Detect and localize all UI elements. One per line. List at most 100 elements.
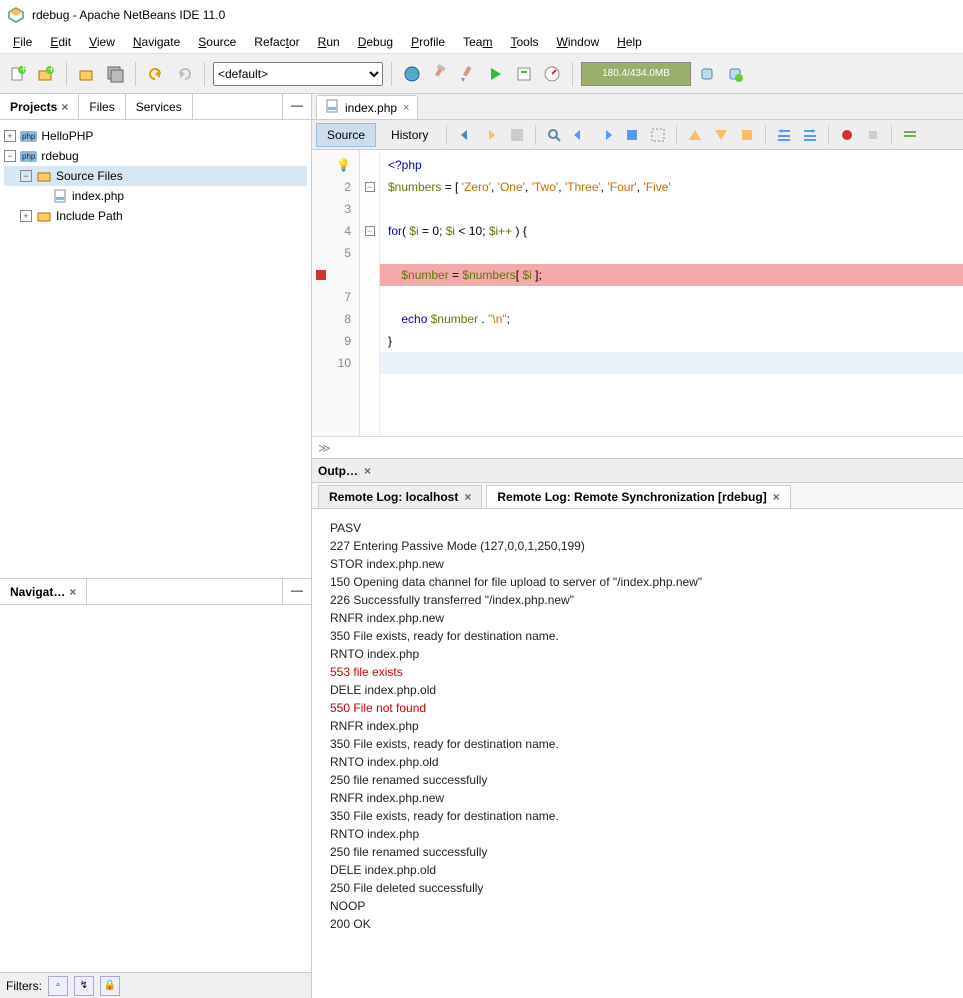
open-icon[interactable] — [75, 62, 99, 86]
shift-left-icon[interactable] — [773, 124, 795, 146]
output-line: 226 Successfully transferred "/index.php… — [330, 591, 945, 609]
output-line: 250 File deleted successfully — [330, 879, 945, 897]
shift-right-icon[interactable] — [799, 124, 821, 146]
editor-mode-history[interactable]: History — [380, 123, 439, 147]
output-line: 250 file renamed successfully — [330, 771, 945, 789]
globe-icon[interactable] — [400, 62, 424, 86]
output-line: 200 OK — [330, 915, 945, 933]
debug-icon[interactable] — [512, 62, 536, 86]
editor-tab-index[interactable]: index.php × — [316, 95, 418, 119]
run-icon[interactable] — [484, 62, 508, 86]
filter-1-icon[interactable]: ▫ — [48, 976, 68, 996]
memory-meter[interactable]: 180.4/434.0MB — [581, 62, 691, 86]
breadcrumb-bar[interactable]: ≫ — [312, 436, 963, 458]
breakpoint-marker[interactable] — [312, 264, 359, 286]
close-icon[interactable]: × — [61, 100, 68, 114]
code-lines[interactable]: <?php $numbers = [ 'Zero', 'One', 'Two',… — [380, 150, 963, 436]
db-icon[interactable] — [695, 62, 719, 86]
close-icon[interactable]: × — [773, 490, 780, 504]
redo-icon[interactable] — [172, 62, 196, 86]
select-icon[interactable] — [647, 124, 669, 146]
projects-panel-tabs: Projects× Files Services — — [0, 94, 311, 120]
output-line: DELE index.php.old — [330, 681, 945, 699]
config-select[interactable]: <default> — [213, 62, 383, 86]
next-annot-icon[interactable] — [710, 124, 732, 146]
new-file-icon[interactable]: + — [6, 62, 30, 86]
output-line: 227 Entering Passive Mode (127,0,0,1,250… — [330, 537, 945, 555]
clean-build-icon[interactable] — [456, 62, 480, 86]
db2-icon[interactable] — [723, 62, 747, 86]
filter-3-icon[interactable]: 🔒 — [100, 976, 120, 996]
window-title: rdebug - Apache NetBeans IDE 11.0 — [32, 8, 225, 22]
filters-label: Filters: — [6, 979, 42, 993]
tab-services[interactable]: Services — [126, 94, 193, 119]
tree-file-index[interactable]: index.php — [4, 186, 307, 206]
close-icon[interactable]: × — [403, 102, 409, 114]
php-file-icon — [325, 99, 339, 116]
toggle-annot-icon[interactable] — [736, 124, 758, 146]
close-icon[interactable]: × — [364, 464, 371, 478]
comment-icon[interactable] — [899, 124, 921, 146]
code-editor[interactable]: 💡 2 3 4 5 7 8 9 10 − − <?php $numbers = — [312, 150, 963, 436]
menu-tools[interactable]: Tools — [501, 33, 547, 51]
filter-2-icon[interactable]: ↯ — [74, 976, 94, 996]
tab-files[interactable]: Files — [79, 94, 125, 119]
output-line: 550 File not found — [330, 699, 945, 717]
output-line: DELE index.php.old — [330, 861, 945, 879]
output-body[interactable]: PASV227 Entering Passive Mode (127,0,0,1… — [312, 509, 963, 998]
menu-refactor[interactable]: Refactor — [245, 33, 308, 51]
editor-mode-source[interactable]: Source — [316, 123, 376, 147]
line-gutter[interactable]: 💡 2 3 4 5 7 8 9 10 — [312, 150, 360, 436]
menu-team[interactable]: Team — [454, 33, 501, 51]
toggle-bookmark-icon[interactable] — [621, 124, 643, 146]
fold-gutter[interactable]: − − — [360, 150, 380, 436]
output-line: RNTO index.php — [330, 645, 945, 663]
tree-include-path[interactable]: +Include Path — [4, 206, 307, 226]
tab-navigator[interactable]: Navigat…× — [0, 579, 87, 604]
tab-projects[interactable]: Projects× — [0, 94, 79, 119]
main-area: Projects× Files Services — +phpHelloPHP … — [0, 94, 963, 998]
menu-navigate[interactable]: Navigate — [124, 33, 189, 51]
profile-icon[interactable] — [540, 62, 564, 86]
output-tab-remote-sync[interactable]: Remote Log: Remote Synchronization [rdeb… — [486, 485, 790, 508]
macro-rec-icon[interactable] — [836, 124, 858, 146]
nav-back-icon[interactable] — [454, 124, 476, 146]
find-icon[interactable] — [543, 124, 565, 146]
output-line: RNFR index.php — [330, 717, 945, 735]
menu-debug[interactable]: Debug — [349, 33, 402, 51]
close-icon[interactable]: × — [69, 585, 76, 599]
tree-project-hellophp[interactable]: +phpHelloPHP — [4, 126, 307, 146]
output-line: 553 file exists — [330, 663, 945, 681]
output-line: 150 Opening data channel for file upload… — [330, 573, 945, 591]
minimize-icon[interactable]: — — [282, 579, 311, 604]
save-all-icon[interactable] — [103, 62, 127, 86]
nav-fwd-icon[interactable] — [480, 124, 502, 146]
tree-source-files[interactable]: −Source Files — [4, 166, 307, 186]
prev-bookmark-icon[interactable] — [569, 124, 591, 146]
navigator-panel: Navigat…× — Filters: ▫ ↯ 🔒 — [0, 578, 311, 998]
next-bookmark-icon[interactable] — [595, 124, 617, 146]
build-icon[interactable] — [428, 62, 452, 86]
output-line: RNFR index.php.new — [330, 789, 945, 807]
gutter-bulb-icon[interactable]: 💡 — [312, 154, 359, 176]
close-icon[interactable]: × — [464, 490, 471, 504]
menu-window[interactable]: Window — [547, 33, 608, 51]
output-tabs: Remote Log: localhost× Remote Log: Remot… — [312, 483, 963, 509]
menu-view[interactable]: View — [80, 33, 124, 51]
output-tab-localhost[interactable]: Remote Log: localhost× — [318, 485, 482, 508]
menu-file[interactable]: File — [4, 33, 41, 51]
minimize-icon[interactable]: — — [282, 94, 311, 119]
undo-icon[interactable] — [144, 62, 168, 86]
menu-source[interactable]: Source — [189, 33, 245, 51]
menu-run[interactable]: Run — [309, 33, 349, 51]
menu-help[interactable]: Help — [608, 33, 651, 51]
macro-stop-icon[interactable] — [862, 124, 884, 146]
menu-profile[interactable]: Profile — [402, 33, 454, 51]
menu-edit[interactable]: Edit — [41, 33, 80, 51]
diff-icon[interactable] — [506, 124, 528, 146]
project-tree[interactable]: +phpHelloPHP −phprdebug −Source Files in… — [0, 120, 311, 578]
tree-project-rdebug[interactable]: −phprdebug — [4, 146, 307, 166]
new-project-icon[interactable]: + — [34, 62, 58, 86]
prev-annot-icon[interactable] — [684, 124, 706, 146]
menu-bar: File Edit View Navigate Source Refactor … — [0, 30, 963, 54]
